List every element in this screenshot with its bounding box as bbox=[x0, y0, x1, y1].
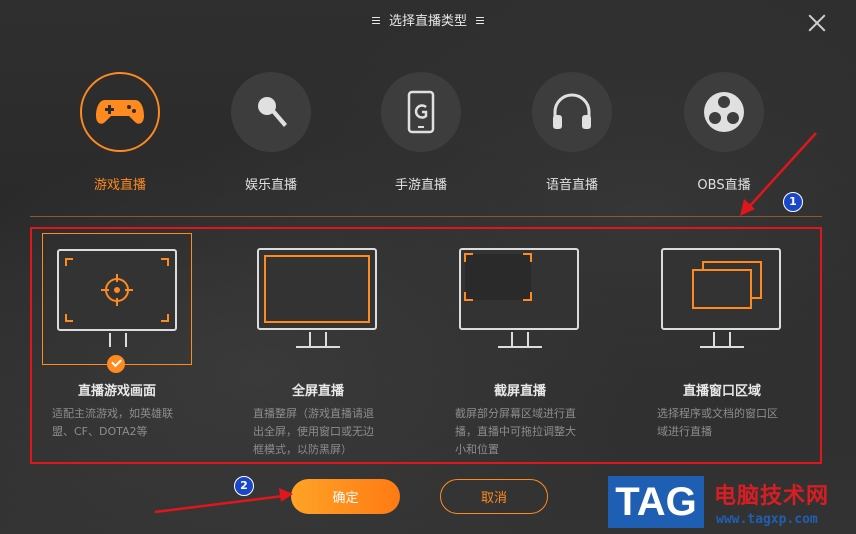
monitor-base bbox=[296, 346, 340, 348]
type-label: 手游直播 bbox=[394, 178, 447, 193]
divider bbox=[30, 216, 822, 217]
annotation-marker-1: 1 bbox=[783, 192, 803, 212]
mode-description: 选择程序或文档的窗口区域进行直播 bbox=[657, 407, 778, 438]
type-voice-live[interactable]: 语音直播 bbox=[517, 72, 627, 193]
dialog-title: 选择直播类型 bbox=[0, 10, 856, 29]
mode-game-capture[interactable] bbox=[42, 233, 192, 373]
dialog-title-text: 选择直播类型 bbox=[388, 14, 467, 29]
mode-title: 截屏直播 bbox=[493, 384, 546, 399]
monitor-stand bbox=[527, 332, 529, 346]
window-stack-icon bbox=[692, 261, 762, 309]
monitor-stand bbox=[109, 333, 111, 347]
monitor-stand bbox=[125, 333, 127, 347]
annotation-marker-2: 2 bbox=[234, 476, 254, 496]
type-mobile-game-live[interactable]: 手游直播 bbox=[366, 72, 476, 193]
fullscreen-icon bbox=[264, 255, 370, 323]
menu-lines-icon bbox=[476, 16, 485, 25]
type-icon-circle bbox=[381, 72, 461, 152]
monitor-stand bbox=[309, 332, 311, 346]
monitor-base bbox=[700, 346, 744, 348]
selected-check-icon bbox=[107, 355, 125, 373]
mode-title: 直播窗口区域 bbox=[682, 384, 761, 399]
monitor-stand bbox=[729, 332, 731, 346]
monitor-icon bbox=[661, 248, 781, 330]
watermark-url: www.tagxp.com bbox=[716, 512, 818, 527]
close-button[interactable] bbox=[808, 14, 826, 32]
type-icon-circle bbox=[532, 72, 612, 152]
monitor-stand bbox=[325, 332, 327, 346]
monitor-icon bbox=[257, 248, 377, 330]
type-icon-circle bbox=[80, 72, 160, 152]
mode-fullscreen[interactable] bbox=[243, 233, 393, 365]
confirm-button[interactable]: 确定 bbox=[291, 479, 400, 514]
crosshair-icon bbox=[65, 258, 169, 322]
type-label: 语音直播 bbox=[545, 178, 598, 193]
mode-description: 直播整屏（游戏直播请退出全屏，使用窗口或无边框模式，以防黑屏） bbox=[253, 407, 374, 456]
monitor-base bbox=[498, 346, 542, 348]
region-select-icon bbox=[464, 253, 532, 301]
monitor-icon bbox=[57, 249, 177, 331]
monitor-icon bbox=[459, 248, 579, 330]
type-obs-live[interactable]: OBS直播 bbox=[669, 72, 779, 193]
microphone-icon bbox=[258, 97, 287, 127]
obs-icon bbox=[704, 92, 744, 132]
type-game-live[interactable]: 游戏直播 bbox=[65, 72, 175, 193]
type-entertainment-live[interactable]: 娱乐直播 bbox=[216, 72, 326, 193]
mode-title: 直播游戏画面 bbox=[77, 384, 156, 399]
monitor-stand bbox=[713, 332, 715, 346]
cancel-button[interactable]: 取消 bbox=[440, 479, 548, 514]
type-label: 娱乐直播 bbox=[244, 178, 297, 193]
mode-description: 截屏部分屏幕区域进行直播，直播中可拖拉调整大小和位置 bbox=[455, 407, 576, 456]
monitor-stand bbox=[511, 332, 513, 346]
mobile-g-icon bbox=[407, 90, 435, 134]
mode-title: 全屏直播 bbox=[291, 384, 344, 399]
menu-lines-icon bbox=[371, 16, 380, 25]
mode-window-region[interactable] bbox=[647, 233, 797, 365]
type-icon-circle bbox=[231, 72, 311, 152]
gamepad-icon bbox=[96, 100, 144, 124]
watermark-logo: TAG bbox=[608, 476, 704, 528]
type-icon-circle bbox=[684, 72, 764, 152]
mode-description: 适配主流游戏，如英雄联盟、CF、DOTA2等 bbox=[52, 407, 173, 438]
watermark-site-name: 电脑技术网 bbox=[714, 484, 830, 509]
type-label: 游戏直播 bbox=[93, 178, 146, 193]
mode-screenshot-region[interactable] bbox=[445, 233, 595, 365]
type-label: OBS直播 bbox=[697, 178, 751, 193]
headphones-icon bbox=[553, 93, 591, 129]
